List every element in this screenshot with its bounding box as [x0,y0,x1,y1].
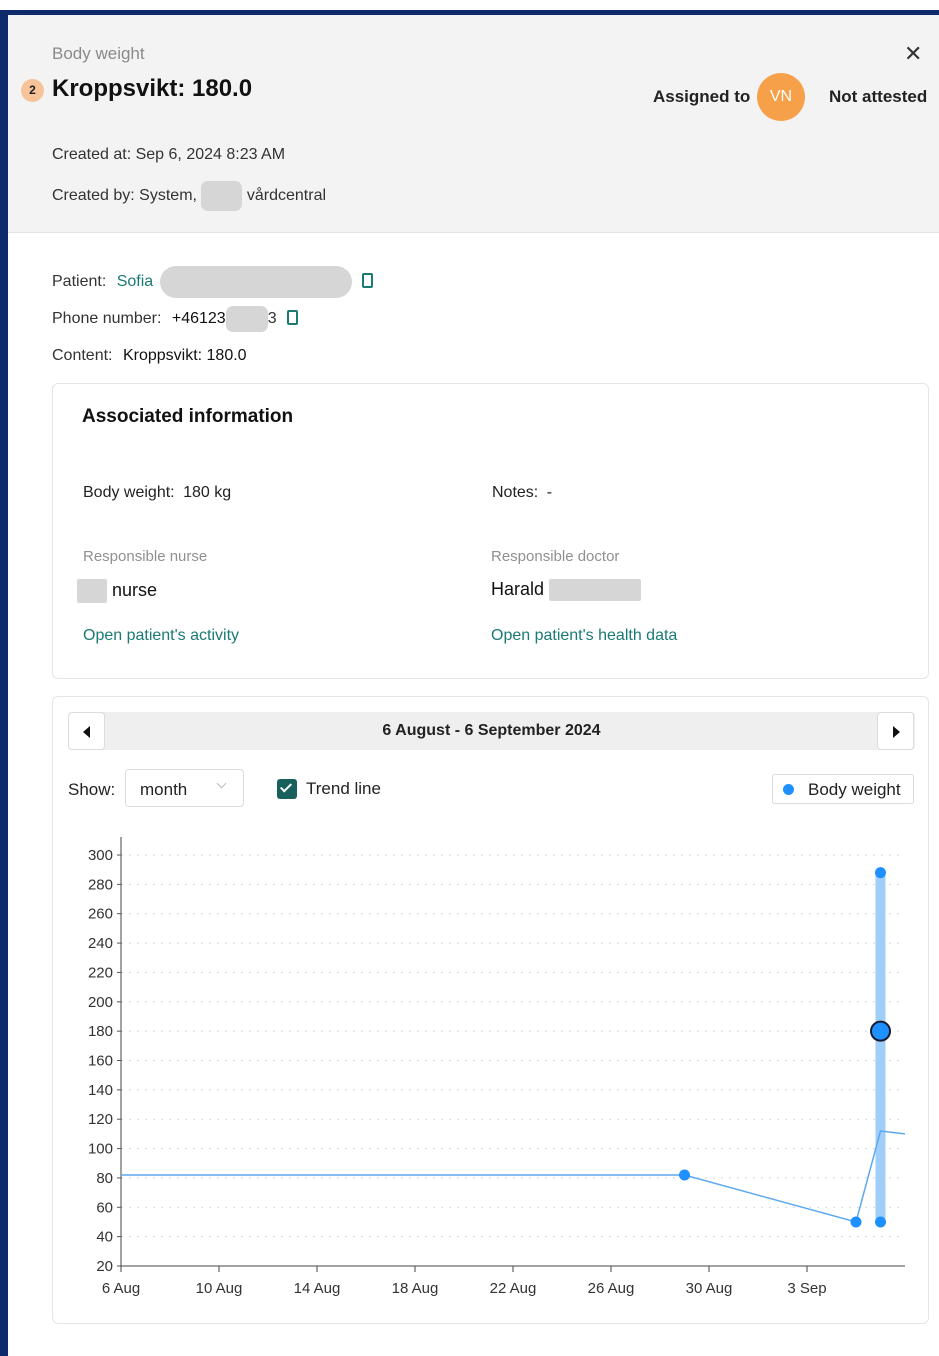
notes-value: - [546,484,553,501]
attest-status-button[interactable]: Not attested [829,87,927,107]
open-activity-link[interactable]: Open patient's activity [83,627,239,645]
y-tick-label: 220 [88,964,113,981]
content-label: Content: [52,347,113,364]
data-point [679,1169,690,1181]
open-health-data-link[interactable]: Open patient's health data [491,627,677,645]
window-frame-left [0,10,8,1356]
panel-header: Body weight 2 Kroppsvikt: 180.0 ✕ Assign… [8,15,939,233]
body-weight-value: 180 kg [183,484,232,501]
associated-info-title: Associated information [82,406,294,427]
responsible-nurse-label: Responsible nurse [83,548,208,565]
x-tick-label: 22 Aug [490,1280,537,1297]
phone-label: Phone number: [52,310,162,328]
redacted-block [201,181,243,211]
notes-label: Notes [492,484,534,501]
y-tick-label: 200 [88,994,113,1011]
range-band [875,872,886,1222]
weight-chart: 20 40 60 80 100 120 140 160 180 200 220 240 260 280 30… [88,837,906,1297]
created-by-unit: vårdcentral [246,187,327,205]
doctor-name: Harald [491,579,545,599]
nurse-name: nurse [112,579,158,600]
y-tick-label: 140 [88,1082,113,1099]
body-weight-label: Body weight [83,484,171,501]
body-weight-info: Body weight: 180 kg [83,484,232,501]
weight-chart-card: 6 August - 6 September 2024 Show: month … [52,696,929,1324]
redacted-block [77,579,107,603]
y-tick-label: 260 [88,906,113,923]
y-tick-label: 160 [88,1053,113,1070]
copy-icon[interactable] [287,310,299,326]
created-by-value: System, [139,187,197,205]
associated-info-card: Associated information Body weight: 180 … [52,383,929,679]
y-tick-label: 180 [88,1023,113,1040]
redacted-block [225,306,268,332]
trend-line [121,1130,906,1223]
x-tick-label: 6 Aug [102,1280,140,1297]
y-tick-label: 300 [88,847,113,864]
y-tick-label: 80 [96,1170,113,1187]
data-point [875,867,886,879]
responsible-nurse-value: nurse [77,579,157,603]
redacted-block [159,266,352,298]
y-tick-label: 280 [88,876,113,893]
notes-info: Notes: - [492,484,553,501]
assigned-to-label: Assigned to [653,87,751,106]
data-point [875,1216,886,1228]
x-tick-label: 26 Aug [588,1280,635,1297]
created-at-value: Sep 6, 2024 8:23 AM [135,146,286,163]
task-detail-panel: Body weight 2 Kroppsvikt: 180.0 ✕ Assign… [8,15,939,1356]
content-row: Content: Kroppsvikt: 180.0 [52,347,247,365]
close-icon[interactable]: ✕ [904,43,922,65]
phone-row: Phone number: +46123 3 [52,306,299,332]
responsible-doctor-value: Harald [491,579,642,602]
created-at-label: Created at: [52,146,132,163]
x-tick-label: 3 Sep [787,1280,826,1297]
x-tick-label: 30 Aug [686,1280,733,1297]
assignee-avatar[interactable]: VN [757,73,805,121]
responsible-doctor-label: Responsible doctor [491,548,620,565]
y-tick-label: 240 [88,935,113,952]
patient-row: Patient: Sofia [52,266,374,298]
patient-label: Patient: [52,273,107,291]
y-tick-label: 60 [96,1199,113,1216]
priority-badge: 2 [21,79,44,102]
copy-icon[interactable] [362,273,374,289]
phone-value: +46123 [171,310,226,328]
selected-data-point [870,1020,891,1042]
content-value: Kroppsvikt: 180.0 [122,347,247,364]
x-tick-label: 10 Aug [196,1280,243,1297]
y-tick-label: 20 [96,1258,113,1275]
patient-name-link[interactable]: Sofia [117,273,153,290]
task-kind: Body weight [52,44,145,63]
created-by-label: Created by: [52,187,135,205]
x-tick-label: 18 Aug [392,1280,439,1297]
y-tick-label: 40 [96,1229,113,1246]
x-tick-label: 14 Aug [294,1280,341,1297]
task-title: Kroppsvikt: 180.0 [52,75,253,102]
y-tick-label: 100 [88,1141,113,1158]
created-at: Created at: Sep 6, 2024 8:23 AM [52,146,285,164]
created-by: Created by: System, vårdcentral [52,181,326,211]
y-tick-label: 120 [88,1111,113,1128]
redacted-block [549,579,642,602]
data-point [850,1216,862,1228]
phone-value-end: 3 [267,310,277,328]
